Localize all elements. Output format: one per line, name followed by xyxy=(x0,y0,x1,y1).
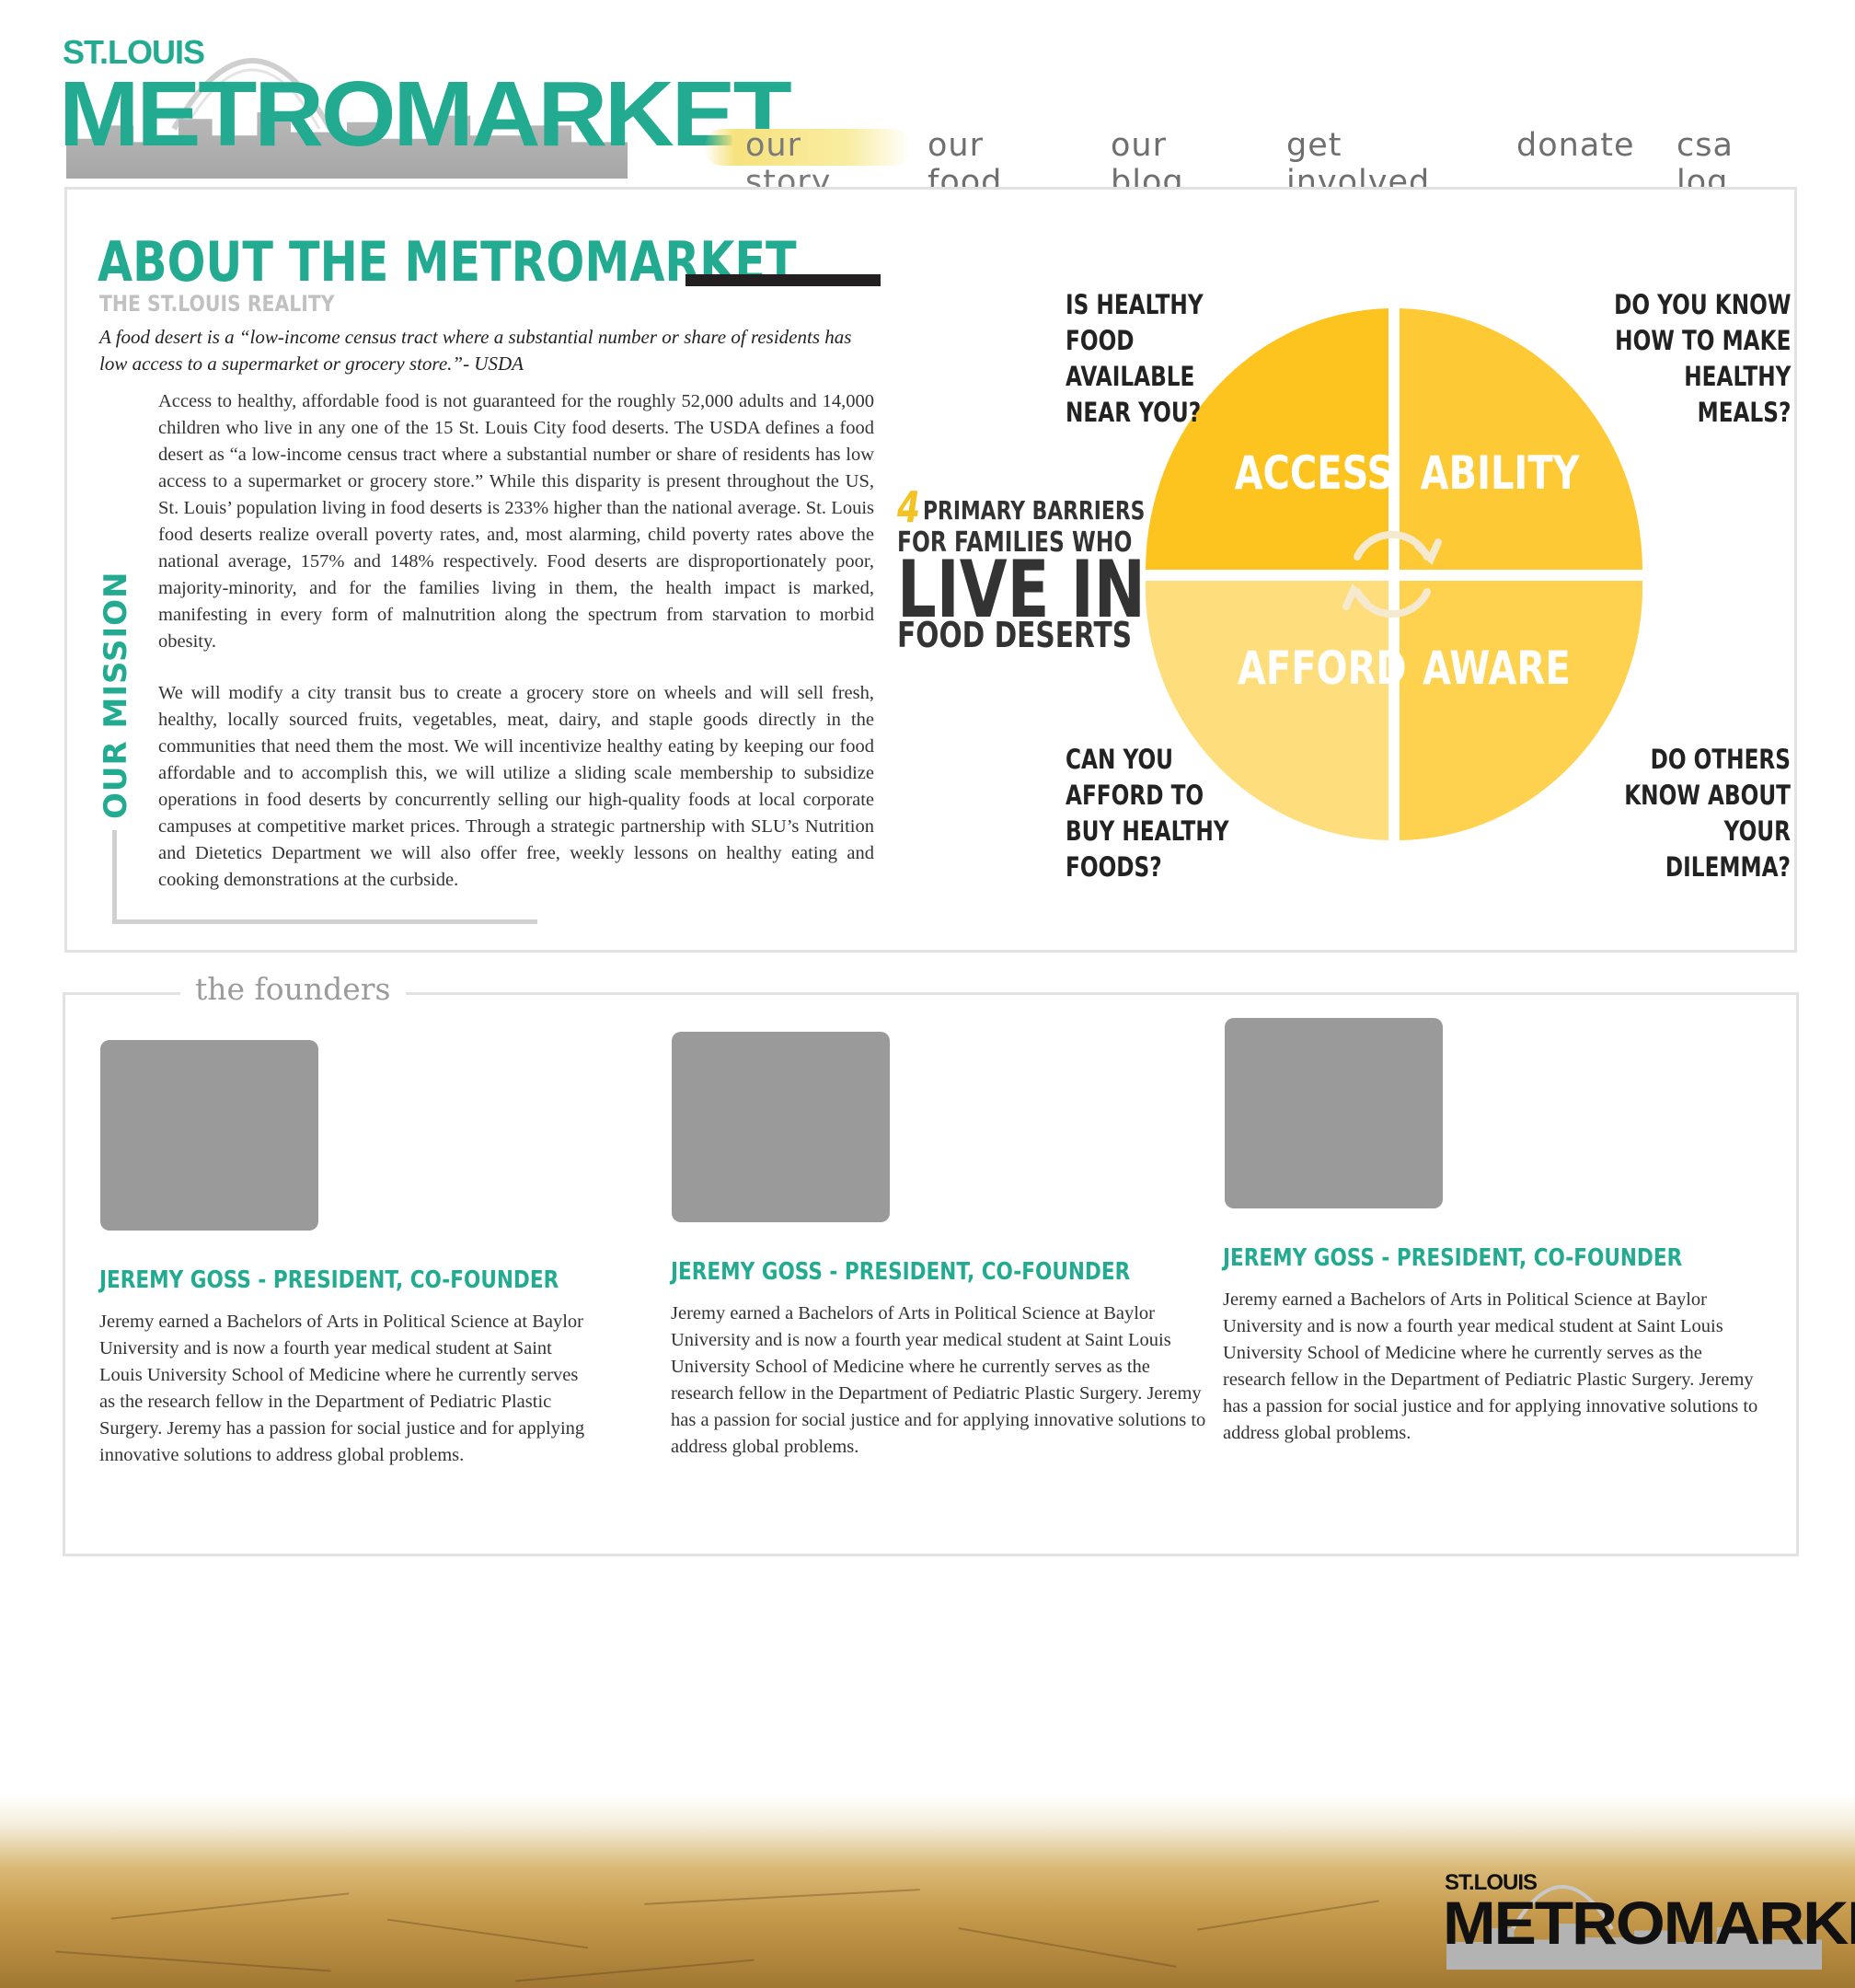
label-ability: ABILITY xyxy=(1420,446,1580,500)
founder-photo xyxy=(100,1040,318,1231)
question-line: HOW TO MAKE xyxy=(1614,325,1791,356)
nav-donate[interactable]: donate xyxy=(1516,127,1635,164)
question-line: BUY HEALTHY xyxy=(1066,815,1229,847)
footer-logo[interactable]: ST.LOUIS METROMARKET xyxy=(1443,1861,1855,1971)
about-subtitle: THE ST.LOUIS REALITY xyxy=(99,291,335,317)
about-paragraph-2: We will modify a city transit bus to cre… xyxy=(158,683,874,890)
about-paragraph-1: Access to healthy, affordable food is no… xyxy=(158,391,874,652)
question-afford: CAN YOU AFFORD TO BUY HEALTHY FOODS? xyxy=(1066,742,1229,885)
question-line: MEALS? xyxy=(1697,397,1791,428)
label-aware: AWARE xyxy=(1423,641,1571,695)
question-ability: DO YOU KNOW HOW TO MAKE HEALTHY MEALS? xyxy=(1614,287,1791,431)
ground-crack xyxy=(958,1927,1177,1968)
founder-bio: Jeremy earned a Bachelors of Arts in Pol… xyxy=(671,1303,1206,1457)
quadrant-aware xyxy=(1400,581,1642,840)
founder-bio: Jeremy earned a Bachelors of Arts in Pol… xyxy=(99,1312,585,1465)
logo-big-text: METROMARKET xyxy=(59,63,792,166)
barrier-line-4: FOOD DESERTS xyxy=(897,615,1133,655)
ground-crack xyxy=(110,1892,350,1920)
question-line: AVAILABLE xyxy=(1066,361,1195,392)
founder-photo xyxy=(672,1032,890,1222)
barrier-number: 4 xyxy=(897,482,920,532)
title-rule xyxy=(686,274,881,286)
question-line: NEAR YOU? xyxy=(1066,397,1202,428)
founder-bio: Jeremy earned a Bachelors of Arts in Pol… xyxy=(1223,1289,1758,1443)
ground-crack xyxy=(55,1950,331,1972)
question-line: CAN YOU xyxy=(1066,744,1174,775)
label-access: ACCESS xyxy=(1234,446,1394,500)
founder-photo xyxy=(1225,1018,1443,1208)
ground-crack xyxy=(644,1889,920,1905)
barriers-headline: 4 PRIMARY BARRIERS FOR FAMILIES WHO LIVE… xyxy=(897,482,1146,663)
footer-logo-big: METROMARKET xyxy=(1443,1889,1855,1957)
question-line: AFFORD TO xyxy=(1066,780,1204,811)
ground-crack xyxy=(515,1959,755,1982)
question-aware: DO OTHERS KNOW ABOUT YOUR DILEMMA? xyxy=(1624,742,1791,885)
founder-name: JEREMY GOSS - PRESIDENT, CO-FOUNDER xyxy=(1223,1244,1683,1272)
label-afford: AFFORD xyxy=(1237,641,1407,695)
quadrant-ability xyxy=(1400,308,1642,570)
our-mission-label: OUR MISSION xyxy=(98,571,134,819)
ground-crack xyxy=(1197,1900,1379,1931)
question-line: KNOW ABOUT xyxy=(1624,780,1791,811)
question-line: FOODS? xyxy=(1066,851,1162,883)
question-access: IS HEALTHY FOOD AVAILABLE NEAR YOU? xyxy=(1066,287,1204,431)
header-logo[interactable]: ST.LOUIS METROMARKET xyxy=(59,20,792,179)
barrier-line-1: PRIMARY BARRIERS xyxy=(923,495,1146,526)
ground-crack xyxy=(386,1918,589,1949)
question-line: IS HEALTHY xyxy=(1066,289,1204,320)
question-line: YOUR xyxy=(1723,815,1791,847)
founders-legend: the founders xyxy=(180,971,406,1007)
question-line: HEALTHY xyxy=(1683,361,1791,392)
founder-name: JEREMY GOSS - PRESIDENT, CO-FOUNDER xyxy=(671,1258,1131,1286)
question-line: DO OTHERS xyxy=(1650,744,1791,775)
founder-name: JEREMY GOSS - PRESIDENT, CO-FOUNDER xyxy=(99,1266,559,1294)
question-line: FOOD xyxy=(1066,325,1135,356)
usda-quote: A food desert is a “low-income census tr… xyxy=(99,326,852,375)
question-line: DILEMMA? xyxy=(1665,851,1791,883)
question-line: DO YOU KNOW xyxy=(1613,289,1791,320)
cycle-arrows-icon xyxy=(1342,530,1442,618)
